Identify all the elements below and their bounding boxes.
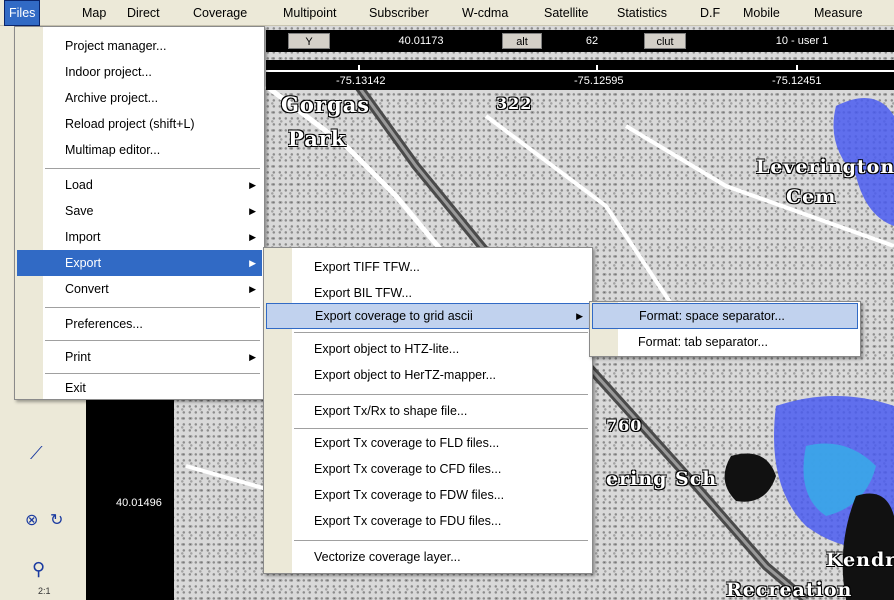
submenu-arrow-icon: ▶	[249, 284, 256, 294]
longitude-ruler: -75.13142 -75.12595 -75.12451	[266, 60, 894, 90]
menu-separator	[294, 394, 588, 395]
menu-coverage[interactable]: Coverage	[189, 0, 251, 26]
menu-item-format-tab[interactable]: Format: tab separator...	[592, 329, 858, 355]
menu-item-project-manager[interactable]: Project manager...	[17, 33, 262, 59]
submenu-arrow-icon: ▶	[249, 180, 256, 190]
map-label-leverington: Leverington	[756, 156, 894, 178]
map-label-cem: Cem	[786, 186, 837, 208]
menu-item-reload-project[interactable]: Reload project (shift+L)	[17, 111, 262, 137]
menu-separator	[45, 168, 260, 169]
y-value: 40.01173	[398, 35, 444, 47]
cancel-tool-icon[interactable]: ⊗	[25, 512, 38, 530]
submenu-arrow-icon: ▶	[249, 352, 256, 362]
ruler-coord: -75.12451	[772, 75, 822, 87]
ruler-tick	[596, 65, 598, 72]
ruler-tick	[358, 65, 360, 72]
map-label-kendrick: Kendrick	[826, 549, 894, 571]
menu-files[interactable]: Files	[4, 0, 41, 26]
menu-satellite[interactable]: Satellite	[540, 0, 592, 26]
menu-item-export-hertz-mapper[interactable]: Export object to HerTZ-mapper...	[266, 362, 590, 388]
menu-map[interactable]: Map	[78, 0, 110, 26]
menu-item-multimap-editor[interactable]: Multimap editor...	[17, 137, 262, 163]
files-menu: Project manager... Indoor project... Arc…	[14, 26, 265, 400]
menu-item-label: Convert	[65, 282, 109, 296]
menu-item-export-grid-ascii[interactable]: Export coverage to grid ascii ▶	[266, 303, 590, 329]
menu-item-convert[interactable]: Convert ▶	[17, 276, 262, 302]
coordinate-infobar: Y 40.01173 alt 62 clut 10 - user 1	[266, 30, 894, 52]
export-submenu: Export TIFF TFW... Export BIL TFW... Exp…	[263, 247, 593, 574]
map-label-760: 760	[606, 416, 643, 435]
menu-wcdma[interactable]: W-cdma	[458, 0, 512, 26]
map-label-322: 322	[496, 94, 533, 113]
menu-item-label: Load	[65, 178, 93, 192]
format-submenu: Format: space separator... Format: tab s…	[589, 301, 861, 357]
ruler-coord: -75.13142	[336, 75, 386, 87]
menu-mobile[interactable]: Mobile	[739, 0, 784, 26]
menu-item-export-shape[interactable]: Export Tx/Rx to shape file...	[266, 398, 590, 424]
ruler-line	[266, 70, 894, 72]
menu-separator	[294, 428, 588, 429]
menu-separator	[45, 307, 260, 308]
menu-item-print[interactable]: Print ▶	[17, 344, 262, 370]
ruler-tick	[796, 65, 798, 72]
menu-multipoint[interactable]: Multipoint	[279, 0, 341, 26]
latitude-value: 40.01496	[116, 497, 162, 509]
menu-direct[interactable]: Direct	[123, 0, 164, 26]
menu-item-indoor-project[interactable]: Indoor project...	[17, 59, 262, 85]
menu-item-exit[interactable]: Exit	[17, 375, 262, 401]
alt-label: alt	[502, 33, 542, 49]
ruler-coord: -75.12595	[574, 75, 624, 87]
map-label-gorgas: Gorgas	[281, 92, 371, 117]
menu-item-label: Export	[65, 256, 102, 270]
menu-separator	[294, 332, 588, 333]
menu-item-export-tiff[interactable]: Export TIFF TFW...	[266, 254, 590, 280]
menu-item-export-fdw[interactable]: Export Tx coverage to FDW files...	[266, 482, 590, 508]
menu-separator	[294, 540, 588, 541]
menu-item-label: Import	[65, 230, 101, 244]
menu-item-load[interactable]: Load ▶	[17, 172, 262, 198]
menu-separator	[45, 373, 260, 374]
map-label-school: ering Sch	[606, 468, 718, 490]
y-label: Y	[288, 33, 330, 49]
menu-bar: Files Map Direct Coverage Multipoint Sub…	[0, 0, 894, 26]
menu-item-export-htz-lite[interactable]: Export object to HTZ-lite...	[266, 336, 590, 362]
menu-item-export-cfd[interactable]: Export Tx coverage to CFD files...	[266, 456, 590, 482]
menu-measure[interactable]: Measure	[810, 0, 867, 26]
submenu-arrow-icon: ▶	[249, 232, 256, 242]
menu-item-archive-project[interactable]: Archive project...	[17, 85, 262, 111]
menu-item-import[interactable]: Import ▶	[17, 224, 262, 250]
menu-item-export-fld[interactable]: Export Tx coverage to FLD files...	[266, 430, 590, 456]
clut-value: 10 - user 1	[775, 35, 829, 47]
zoom-tool-icon[interactable]: ⚲	[32, 560, 45, 578]
submenu-arrow-icon: ▶	[249, 206, 256, 216]
menu-item-export[interactable]: Export ▶	[17, 250, 262, 276]
alt-value: 62	[585, 35, 599, 47]
pointer-tool-icon[interactable]: ⟋	[30, 444, 43, 462]
menu-item-preferences[interactable]: Preferences...	[17, 311, 262, 337]
refresh-tool-icon[interactable]: ↻	[50, 512, 63, 530]
menu-item-label: Save	[65, 204, 94, 218]
map-label-recreation: Recreation Cente	[726, 579, 853, 600]
menu-subscriber[interactable]: Subscriber	[365, 0, 433, 26]
clut-label: clut	[644, 33, 686, 49]
menu-statistics[interactable]: Statistics	[613, 0, 671, 26]
menu-item-export-fdu[interactable]: Export Tx coverage to FDU files...	[266, 508, 590, 534]
menu-df[interactable]: D.F	[696, 0, 724, 26]
menu-item-save[interactable]: Save ▶	[17, 198, 262, 224]
menu-item-label: Export coverage to grid ascii	[315, 309, 473, 323]
map-label-park: Park	[288, 126, 347, 151]
submenu-arrow-icon: ▶	[249, 258, 256, 268]
menu-item-vectorize[interactable]: Vectorize coverage layer...	[266, 544, 590, 570]
menu-item-format-space[interactable]: Format: space separator...	[592, 303, 858, 329]
zoom-ratio-label: 2:1	[38, 586, 51, 596]
menu-item-label: Print	[65, 350, 91, 364]
submenu-arrow-icon: ▶	[576, 311, 583, 321]
menu-separator	[45, 340, 260, 341]
